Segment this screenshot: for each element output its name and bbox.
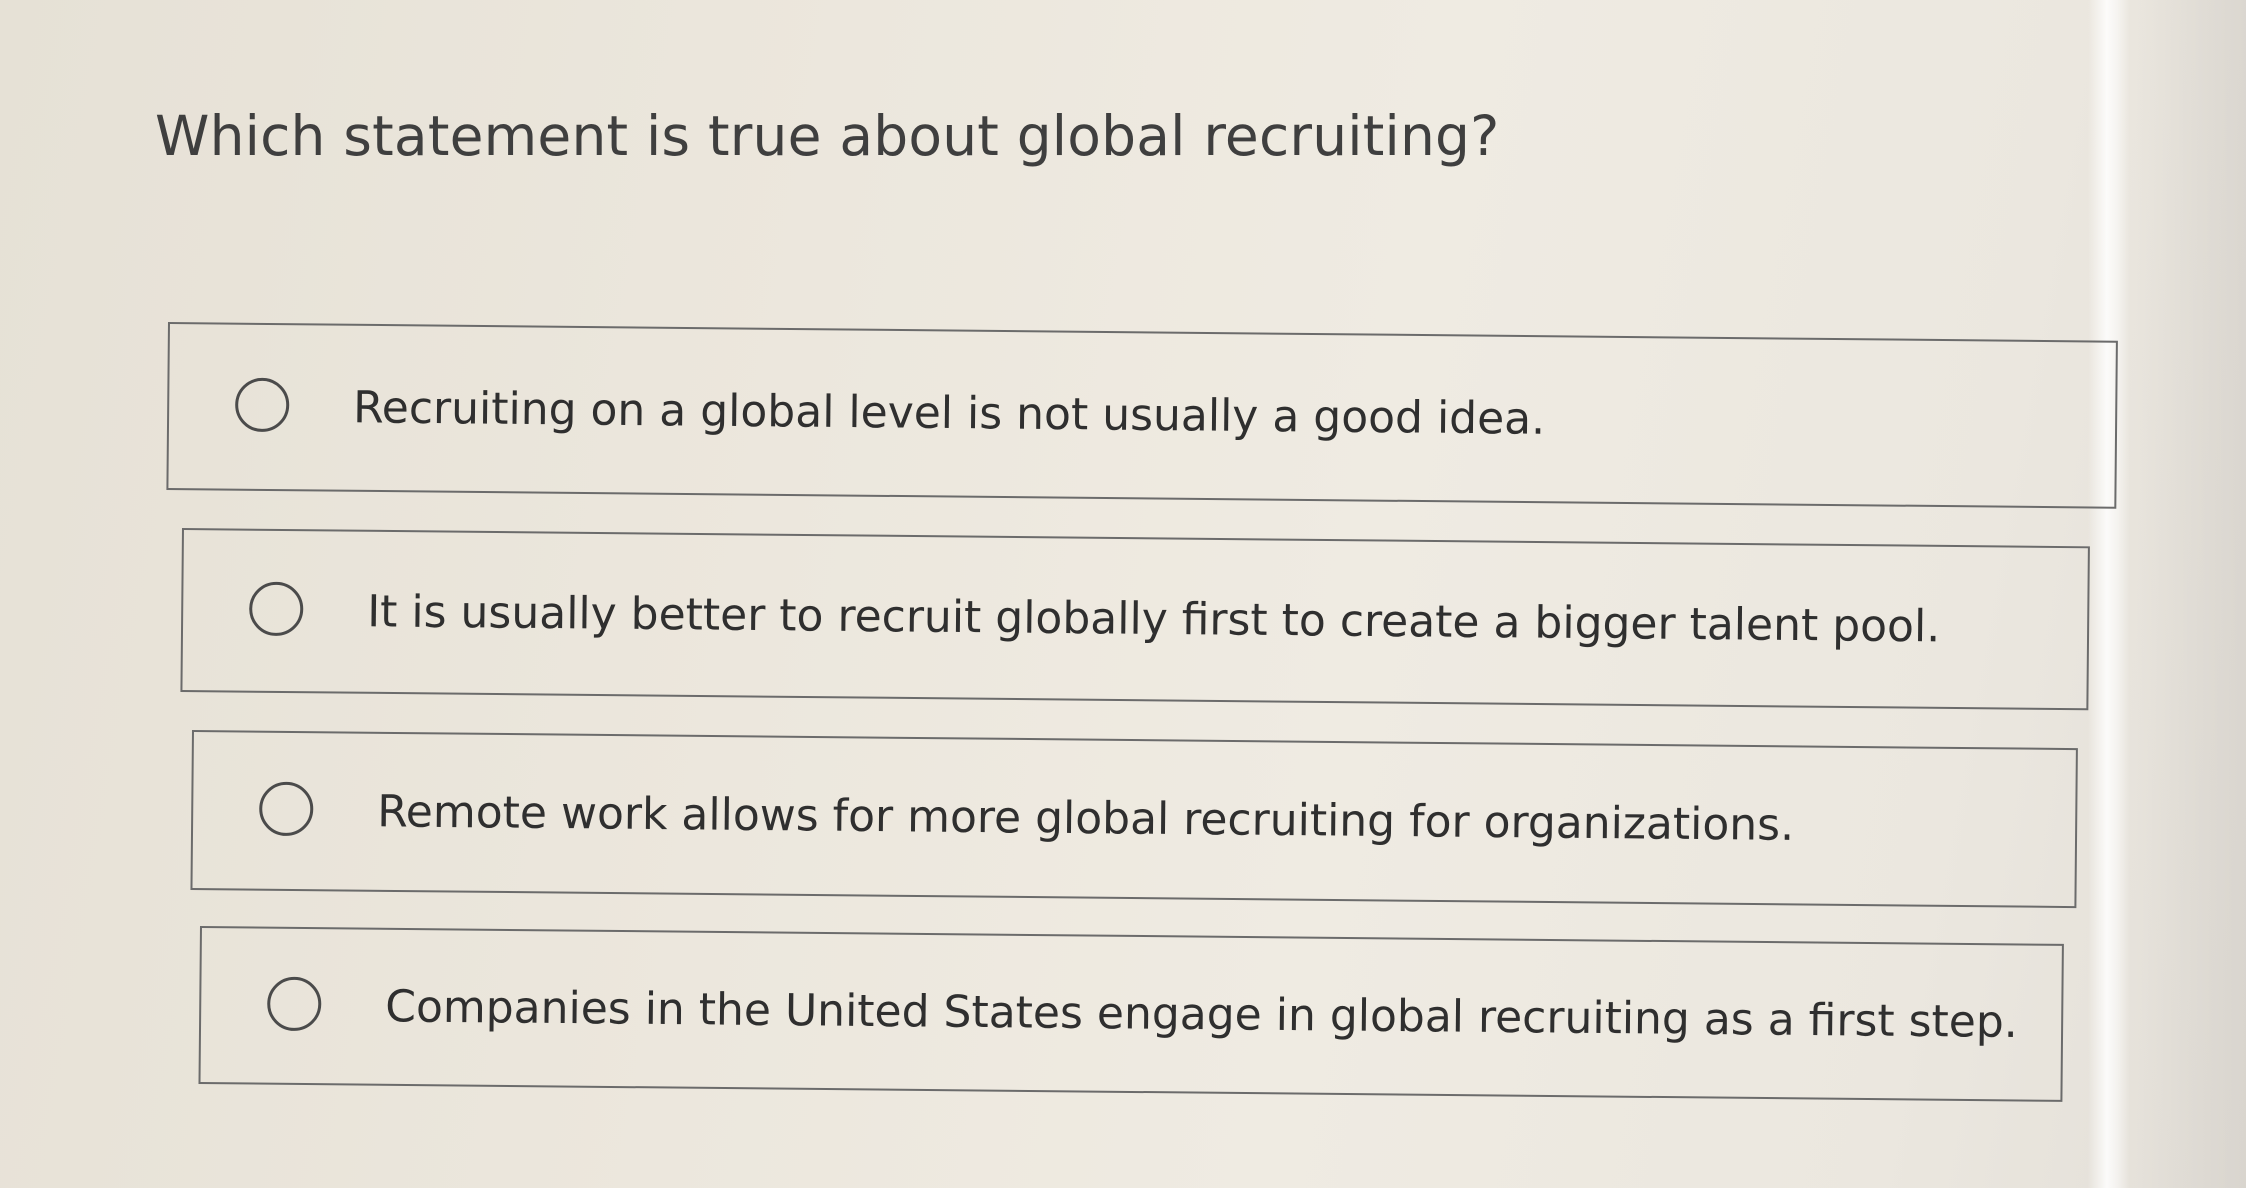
screen-edge-shade <box>2136 0 2246 1188</box>
answer-option-label: Recruiting on a global level is not usua… <box>352 382 1546 445</box>
question-text: Which statement is true about global rec… <box>155 104 1500 168</box>
screen-glare <box>2088 0 2130 1188</box>
answer-option-label: Companies in the United States engage in… <box>384 981 2019 1048</box>
radio-unchecked-icon[interactable] <box>258 781 314 837</box>
answer-option-2[interactable]: It is usually better to recruit globally… <box>180 528 2090 711</box>
radio-unchecked-icon[interactable] <box>248 581 304 637</box>
radio-unchecked-icon[interactable] <box>234 377 290 433</box>
answer-option-label: It is usually better to recruit globally… <box>366 586 1941 653</box>
answer-option-1[interactable]: Recruiting on a global level is not usua… <box>166 322 2118 509</box>
radio-unchecked-icon[interactable] <box>266 976 322 1032</box>
answer-option-label: Remote work allows for more global recru… <box>376 786 1795 851</box>
answer-option-4[interactable]: Companies in the United States engage in… <box>198 926 2064 1102</box>
answer-option-3[interactable]: Remote work allows for more global recru… <box>190 730 2078 909</box>
